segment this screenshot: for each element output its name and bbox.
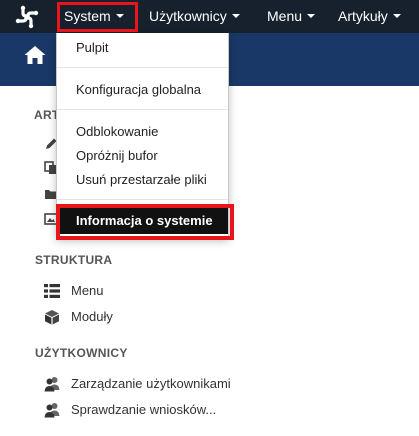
nav-users[interactable]: Użytkownicy — [149, 0, 240, 33]
nav-articles[interactable]: Artykuły — [338, 0, 401, 33]
nav-menu-label: Menu — [267, 8, 303, 24]
caret-down-icon — [231, 14, 240, 19]
list-icon — [44, 284, 60, 298]
joomla-logo-icon[interactable] — [14, 4, 40, 30]
highlight-frame-system-information — [56, 204, 234, 240]
nav-menu[interactable]: Menu — [267, 0, 316, 33]
caret-down-icon — [307, 14, 316, 19]
menu-item-dashboard[interactable]: Pulpit — [76, 40, 109, 55]
sidebar-item-user-manager-label: Zarządzanie użytkownikami — [71, 376, 231, 391]
sidebar-item-requests-label: Sprawdzanie wniosków... — [71, 402, 217, 417]
menu-item-global-checkin[interactable]: Odblokowanie — [76, 124, 158, 139]
menu-item-clear-expired-cache[interactable]: Usuń przestarzałe pliki — [76, 172, 207, 187]
highlight-frame-system — [57, 2, 138, 32]
menu-divider — [57, 67, 228, 68]
nav-users-label: Użytkownicy — [149, 8, 227, 24]
home-icon[interactable] — [23, 44, 47, 66]
cube-icon — [45, 310, 59, 325]
sidebar-item-modules-label: Moduły — [71, 309, 113, 324]
section-heading-structure: STRUKTURA — [35, 253, 113, 267]
users-icon — [44, 403, 60, 418]
section-heading-users: UŻYTKOWNICY — [35, 346, 128, 360]
menu-item-global-configuration[interactable]: Konfiguracja globalna — [76, 82, 201, 97]
caret-down-icon — [392, 14, 401, 19]
nav-articles-label: Artykuły — [338, 8, 388, 24]
menu-divider — [57, 199, 228, 200]
menu-divider — [57, 109, 228, 110]
menu-item-clear-cache[interactable]: Opróżnij bufor — [76, 148, 158, 163]
users-icon — [44, 377, 60, 392]
sidebar-item-menu-label: Menu — [71, 283, 104, 298]
